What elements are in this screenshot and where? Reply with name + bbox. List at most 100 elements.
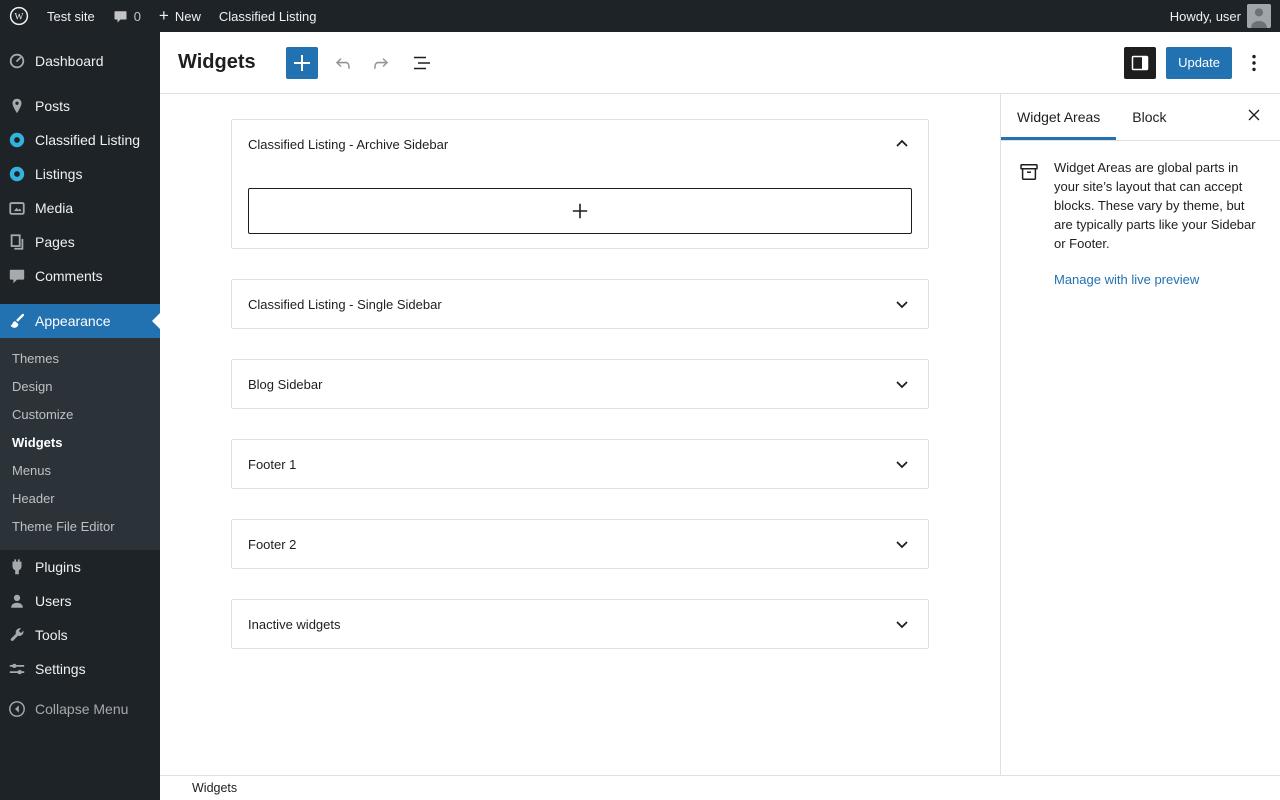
admin-bar-site-name[interactable]: Test site <box>38 0 104 32</box>
chevron-down-icon <box>890 532 914 556</box>
wp-logo[interactable]: W <box>0 0 38 32</box>
redo-button[interactable] <box>366 47 398 79</box>
page-title: Widgets <box>178 51 256 74</box>
widget-areas-description-block: Widget Areas are global parts in your si… <box>1054 159 1264 289</box>
editor-canvas: Classified Listing - Archive Sidebar <box>160 94 1000 775</box>
inspector-body: Widget Areas are global parts in your si… <box>1001 141 1280 307</box>
chevron-down-icon <box>890 292 914 316</box>
redo-icon <box>370 51 394 75</box>
sidebar-item-plugins[interactable]: Plugins <box>0 550 160 584</box>
editor-header-left: Widgets <box>178 47 438 79</box>
panel-header-inactive-widgets[interactable]: Inactive widgets <box>232 600 928 648</box>
panel-header-footer-2[interactable]: Footer 2 <box>232 520 928 568</box>
howdy-label: Howdy, user <box>1170 9 1241 24</box>
undo-icon <box>330 51 354 75</box>
submenu-item-design[interactable]: Design <box>0 373 160 401</box>
plus-icon <box>290 51 314 75</box>
widget-area-panel: Footer 1 <box>231 439 929 489</box>
sidebar-item-pages[interactable]: Pages <box>0 225 160 259</box>
sidebar-item-listings[interactable]: Listings <box>0 157 160 191</box>
classified-listing-icon <box>8 131 26 149</box>
submenu-item-themes[interactable]: Themes <box>0 345 160 373</box>
widget-area-panel: Classified Listing - Single Sidebar <box>231 279 929 329</box>
kebab-icon <box>1242 51 1266 75</box>
widget-areas-description: Widget Areas are global parts in your si… <box>1054 159 1264 254</box>
block-appender-button[interactable] <box>248 188 912 234</box>
sidebar-item-appearance[interactable]: Appearance <box>0 304 160 338</box>
admin-bar-left: W Test site 0 + New Classified Listing <box>0 0 325 32</box>
list-view-button[interactable] <box>406 47 438 79</box>
admin-bar-new[interactable]: + New <box>150 0 210 32</box>
tab-block[interactable]: Block <box>1116 94 1182 140</box>
update-button[interactable]: Update <box>1166 47 1232 79</box>
sidebar-item-media[interactable]: Media <box>0 191 160 225</box>
undo-button[interactable] <box>326 47 358 79</box>
plus-icon: + <box>159 7 169 24</box>
admin-bar: W Test site 0 + New Classified Listing <box>0 0 1280 32</box>
widget-area-panel: Footer 2 <box>231 519 929 569</box>
close-icon <box>1244 105 1264 130</box>
manage-live-preview-link[interactable]: Manage with live preview <box>1054 272 1199 287</box>
chevron-up-icon <box>890 132 914 156</box>
panel-header-blog-sidebar[interactable]: Blog Sidebar <box>232 360 928 408</box>
inspector-sidebar: Widget Areas Block Widget <box>1000 94 1280 775</box>
tab-widget-areas[interactable]: Widget Areas <box>1001 94 1116 140</box>
submenu-item-customize[interactable]: Customize <box>0 401 160 429</box>
list-view-icon <box>410 51 434 75</box>
widgets-editor: Widgets <box>160 32 1280 800</box>
menu-separator <box>0 293 160 304</box>
appearance-submenu: Themes Design Customize Widgets Menus He… <box>0 338 160 550</box>
submenu-item-header[interactable]: Header <box>0 485 160 513</box>
pages-icon <box>8 233 26 251</box>
chevron-down-icon <box>890 372 914 396</box>
options-menu-button[interactable] <box>1242 47 1266 79</box>
add-block-button[interactable] <box>286 47 318 79</box>
sidebar-item-settings[interactable]: Settings <box>0 652 160 686</box>
widget-area-panel: Inactive widgets <box>231 599 929 649</box>
collapse-menu-button[interactable]: Collapse Menu <box>0 692 160 726</box>
admin-bar-account[interactable]: Howdy, user <box>1161 0 1280 32</box>
wordpress-icon: W <box>9 6 29 26</box>
layout: Dashboard Posts Classified Listing Listi <box>0 32 1280 800</box>
screen: W Test site 0 + New Classified Listing <box>0 0 1280 800</box>
admin-bar-classified-listing[interactable]: Classified Listing <box>210 0 326 32</box>
panel-header-single-sidebar[interactable]: Classified Listing - Single Sidebar <box>232 280 928 328</box>
close-settings-button[interactable] <box>1238 101 1270 133</box>
sidebar-item-users[interactable]: Users <box>0 584 160 618</box>
settings-sliders-icon <box>8 660 26 678</box>
widget-area-panel: Classified Listing - Archive Sidebar <box>231 119 929 249</box>
sidebar-item-classified-listing[interactable]: Classified Listing <box>0 123 160 157</box>
appearance-brush-icon <box>8 312 26 330</box>
submenu-item-widgets[interactable]: Widgets <box>0 429 160 457</box>
sidebar-item-tools[interactable]: Tools <box>0 618 160 652</box>
sidebar-item-posts[interactable]: Posts <box>0 89 160 123</box>
submenu-item-theme-file-editor[interactable]: Theme File Editor <box>0 513 160 541</box>
chevron-down-icon <box>890 452 914 476</box>
submenu-item-menus[interactable]: Menus <box>0 457 160 485</box>
admin-bar-comments[interactable]: 0 <box>104 0 150 32</box>
inspector-tabs: Widget Areas Block <box>1001 94 1280 141</box>
panel-header-footer-1[interactable]: Footer 1 <box>232 440 928 488</box>
plus-icon <box>568 199 592 223</box>
settings-sidebar-toggle[interactable] <box>1124 47 1156 79</box>
posts-pin-icon <box>8 97 26 115</box>
editor-body: Classified Listing - Archive Sidebar <box>160 94 1280 775</box>
sidebar-item-comments[interactable]: Comments <box>0 259 160 293</box>
svg-text:W: W <box>15 13 24 23</box>
admin-bar-right: Howdy, user <box>1161 0 1280 32</box>
menu-separator <box>0 78 160 89</box>
panel-header-archive-sidebar[interactable]: Classified Listing - Archive Sidebar <box>232 120 928 168</box>
widget-area-panels: Classified Listing - Archive Sidebar <box>231 119 929 649</box>
comments-icon <box>8 267 26 285</box>
collapse-arrow-icon <box>8 700 26 718</box>
comments-count: 0 <box>134 9 141 24</box>
sidebar-layout-icon <box>1128 51 1152 75</box>
editor-header: Widgets <box>160 32 1280 94</box>
tools-wrench-icon <box>8 626 26 644</box>
editor-header-right: Update <box>1124 47 1266 79</box>
widget-area-panel: Blog Sidebar <box>231 359 929 409</box>
listings-icon <box>8 165 26 183</box>
sidebar-item-dashboard[interactable]: Dashboard <box>0 44 160 78</box>
breadcrumb-bar: Widgets <box>160 775 1280 800</box>
collapse-wrap: Collapse Menu <box>0 692 160 726</box>
